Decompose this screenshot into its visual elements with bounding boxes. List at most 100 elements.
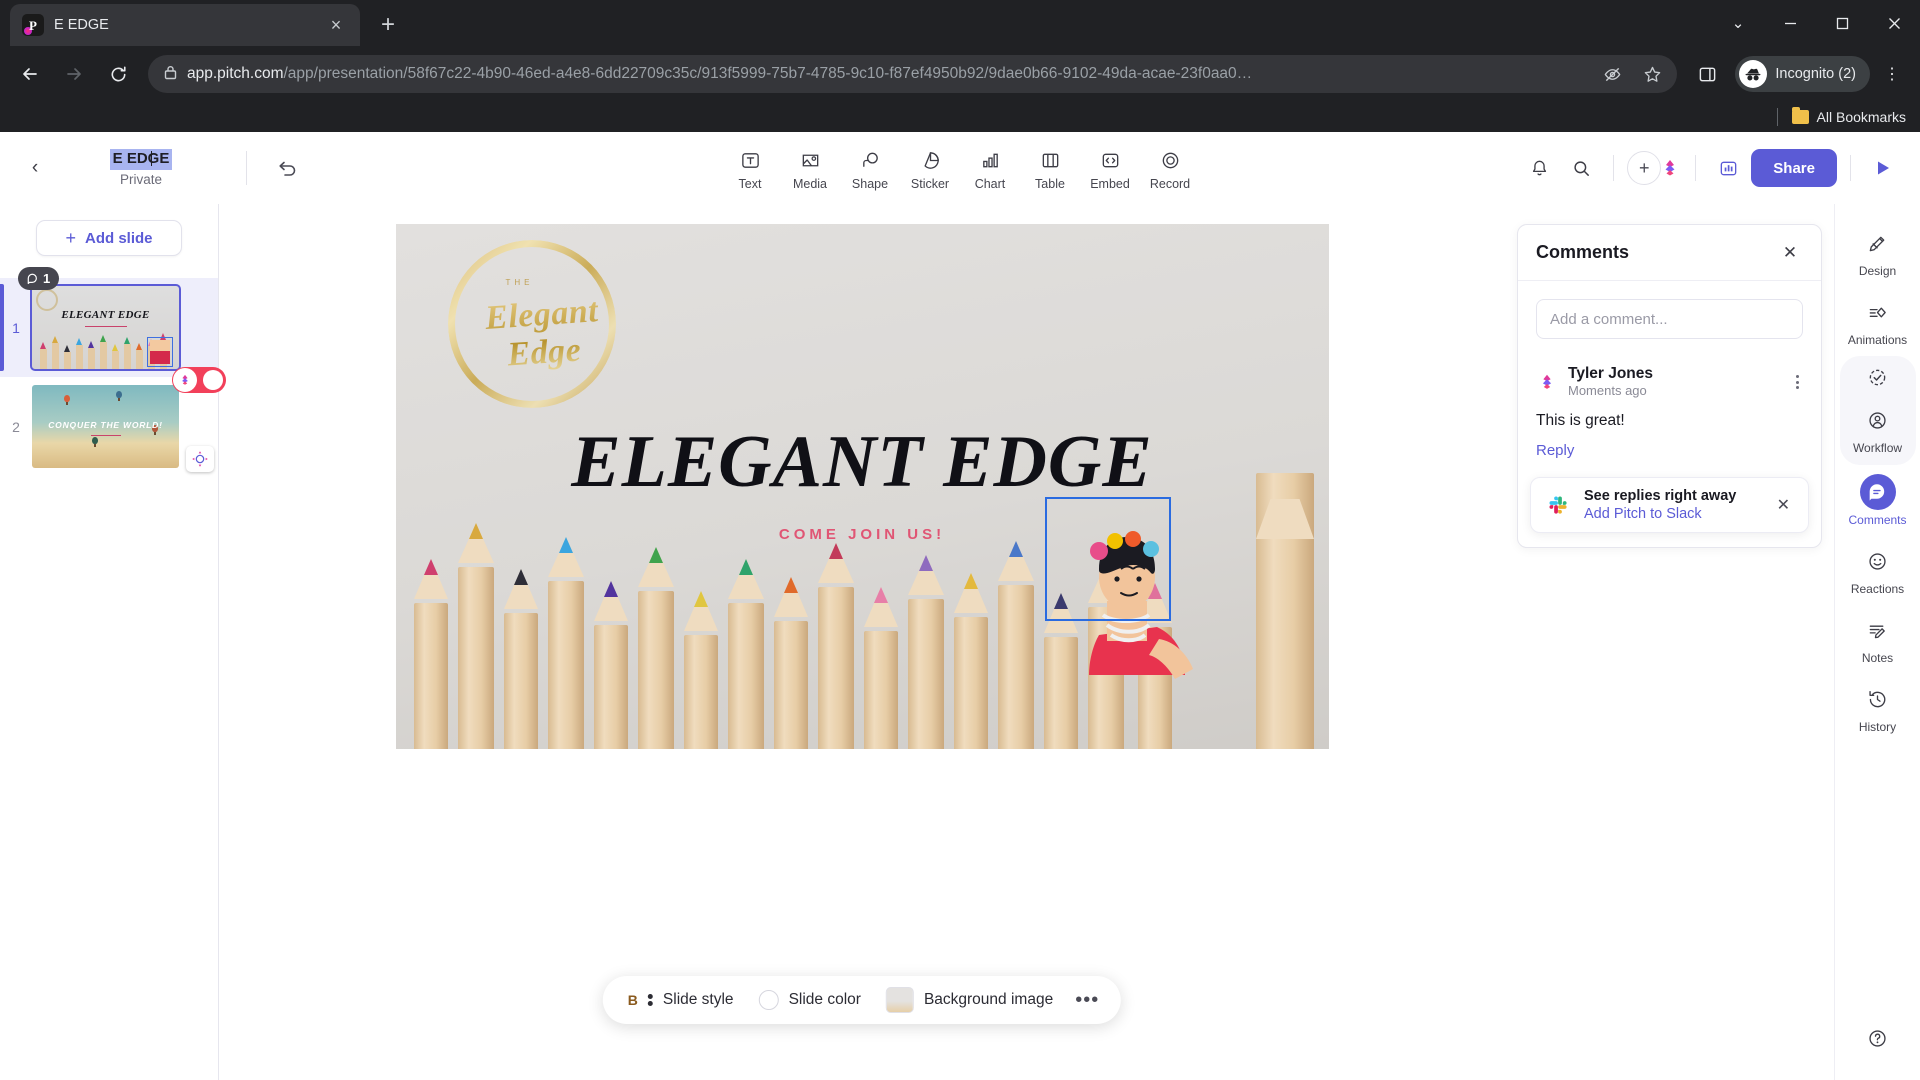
forward-icon[interactable] [54, 54, 94, 94]
slide-style-toolbar: B Slide style Slide color Background ima… [602, 976, 1122, 1024]
tool-embed[interactable]: Embed [1081, 146, 1139, 191]
more-options-icon[interactable]: ••• [1069, 989, 1105, 1012]
url-text: app.pitch.com/app/presentation/58f67c22-… [187, 65, 1587, 83]
browser-menu-icon[interactable]: ⋮ [1874, 54, 1910, 94]
undo-icon[interactable] [269, 150, 305, 186]
avatar [173, 368, 197, 392]
add-collaborator-button[interactable]: + [1627, 151, 1662, 185]
back-icon[interactable]: ‹ [18, 151, 52, 185]
sidebar-item-history[interactable]: History [1840, 674, 1916, 741]
close-icon[interactable]: ✕ [1771, 489, 1796, 521]
slide-subtitle-preview [84, 325, 127, 328]
comment-author-block: Tyler Jones Moments ago [1568, 365, 1653, 400]
eye-off-icon[interactable] [1597, 59, 1627, 89]
tool-sticker[interactable]: Sticker [901, 146, 959, 191]
comments-header: Comments ✕ [1518, 225, 1821, 281]
window-controls: ⌄ [1712, 0, 1920, 46]
add-slide-button[interactable]: + Add slide [36, 220, 182, 256]
sidebar-item-reactions[interactable]: Reactions [1840, 536, 1916, 603]
slide-title[interactable]: ELEGANT EDGE [396, 420, 1329, 505]
bell-icon[interactable] [1520, 149, 1558, 187]
privacy-label: Private [119, 171, 163, 187]
slide-number: 2 [12, 418, 20, 435]
logo-script-text: Elegant Edge [455, 290, 630, 378]
close-icon[interactable]: × [324, 13, 348, 37]
slack-icon [1543, 489, 1573, 520]
star-icon[interactable] [1637, 59, 1667, 89]
selection-box[interactable] [1044, 497, 1171, 621]
profile-button[interactable]: Incognito (2) [1735, 56, 1870, 92]
slide-color-button[interactable]: Slide color [750, 981, 870, 1019]
sidebar-item-label: Comments [1848, 513, 1907, 527]
close-window-icon[interactable] [1868, 0, 1920, 46]
sidebar-item-label: History [1858, 720, 1897, 734]
divider [1776, 108, 1778, 126]
omnibox[interactable]: app.pitch.com/app/presentation/58f67c22-… [148, 55, 1678, 93]
slide-preview: ELEGANT EDGE [30, 284, 181, 371]
page-title[interactable]: E EDGE [109, 149, 173, 170]
slide-style-button[interactable]: B Slide style [619, 981, 743, 1019]
media-icon [800, 148, 821, 174]
tool-label: Embed [1090, 176, 1130, 191]
profile-label: Incognito (2) [1775, 66, 1856, 82]
comment-header: Tyler Jones Moments ago [1536, 365, 1803, 400]
browser-tab[interactable]: P E EDGE × [10, 4, 360, 46]
maximize-icon[interactable] [1816, 0, 1868, 46]
history-icon [1860, 681, 1896, 717]
slack-link[interactable]: Add Pitch to Slack [1584, 506, 1760, 522]
sidebar-item-help[interactable] [1840, 1013, 1916, 1066]
back-icon[interactable] [10, 54, 50, 94]
play-icon[interactable] [1864, 149, 1902, 187]
tool-table[interactable]: Table [1021, 146, 1079, 191]
comment-menu-icon[interactable] [1792, 371, 1803, 393]
analytics-icon[interactable] [1709, 149, 1747, 187]
browser-chrome: P E EDGE × + ⌄ app.pitch.com/app/present… [0, 0, 1920, 132]
sidebar-item-workflow[interactable]: Workflow [1840, 395, 1916, 462]
slide-canvas[interactable]: THE Elegant Edge ELEGANT EDGE COME JOIN … [395, 224, 1329, 749]
comments-icon [1859, 474, 1896, 510]
header-actions: + Share [1520, 149, 1902, 187]
background-thumbnail-icon [885, 987, 914, 1013]
slide-thumbnail-2[interactable]: 2 CONQUER THE WORLD! [0, 367, 226, 476]
approval-icon[interactable] [1860, 359, 1896, 395]
incognito-icon [1739, 60, 1768, 88]
new-tab-button[interactable]: + [370, 7, 406, 43]
comments-panel: Comments ✕ Tyler Jones Moments ago [1517, 224, 1822, 548]
sidebar-item-notes[interactable]: Notes [1840, 605, 1916, 672]
close-icon[interactable]: ✕ [1777, 240, 1803, 266]
add-comment-input[interactable] [1536, 299, 1803, 339]
reload-icon[interactable] [98, 54, 138, 94]
minimize-icon[interactable] [1764, 0, 1816, 46]
folder-icon [1791, 107, 1809, 124]
slide-thumbnail-1[interactable]: 1 ELEGANT EDGE 1 [0, 267, 218, 377]
chevron-down-icon[interactable]: ⌄ [1712, 0, 1764, 46]
reply-link[interactable]: Reply [1536, 442, 1803, 459]
all-bookmarks-label[interactable]: All Bookmarks [1817, 109, 1906, 125]
sidebar-item-comments[interactable]: Comments [1840, 467, 1916, 534]
slide-visibility-toggle[interactable] [172, 367, 226, 393]
search-icon[interactable] [1562, 149, 1600, 187]
tool-chart[interactable]: Chart [961, 146, 1019, 191]
record-icon [1160, 148, 1181, 174]
side-panel-icon[interactable] [1687, 54, 1727, 94]
design-icon [1860, 225, 1896, 261]
slide-title-preview: CONQUER THE WORLD! [48, 419, 163, 430]
add-slide-label: Add slide [85, 229, 153, 247]
tool-media[interactable]: Media [781, 146, 839, 191]
divider [246, 151, 247, 185]
share-button[interactable]: Share [1751, 149, 1837, 187]
sidebar-item-animations[interactable]: Animations [1840, 287, 1916, 354]
person-illustration[interactable] [1044, 497, 1211, 703]
comments-body: Tyler Jones Moments ago This is great! R… [1518, 281, 1821, 477]
tool-text[interactable]: Text [721, 146, 779, 191]
comment-count-badge[interactable]: 1 [18, 267, 60, 290]
tool-shape[interactable]: Shape [841, 146, 899, 191]
sticker-badge[interactable] [186, 446, 214, 472]
sidebar-item-design[interactable]: Design [1840, 218, 1916, 285]
slide-title-preview: ELEGANT EDGE [61, 309, 150, 322]
chart-icon [980, 148, 1001, 174]
tool-record[interactable]: Record [1141, 146, 1199, 191]
sidebar-item-label: Workflow [1852, 441, 1903, 455]
background-image-button[interactable]: Background image [877, 981, 1062, 1019]
avatar[interactable] [1658, 156, 1682, 180]
